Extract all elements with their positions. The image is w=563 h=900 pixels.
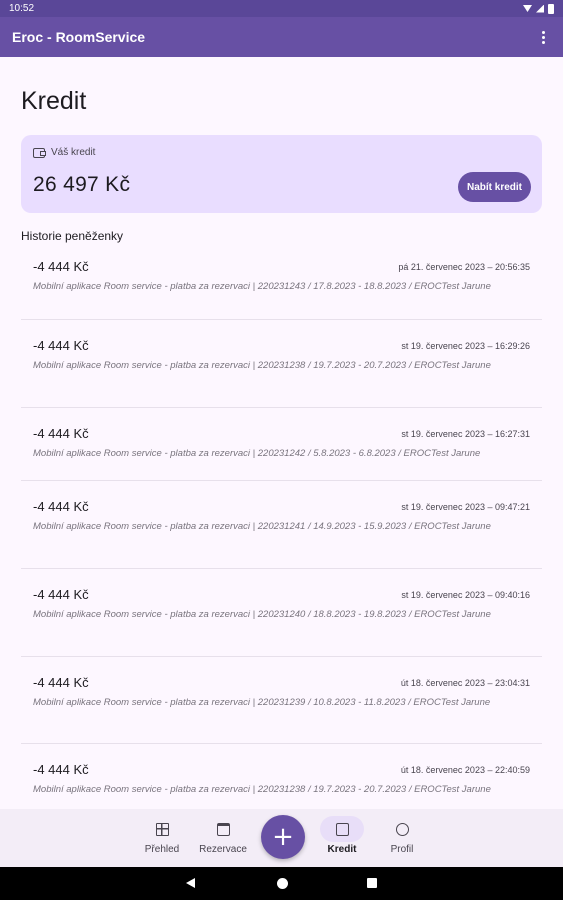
transaction-date: út 18. červenec 2023 – 22:40:59 <box>400 765 530 775</box>
nav-item-kredit[interactable]: Kredit <box>317 809 367 867</box>
nav-label: Kredit <box>327 844 357 855</box>
home-icon[interactable] <box>277 878 288 889</box>
system-navigation-bar <box>0 867 563 900</box>
credit-card: Váš kredit 26 497 Kč Nabít kredit <box>21 135 542 213</box>
transaction-item[interactable]: -4 444 Kč st 19. červenec 2023 – 16:27:3… <box>21 408 542 481</box>
history-title: Historie peněženky <box>21 229 124 243</box>
dashboard-icon <box>155 822 169 836</box>
status-time: 10:52 <box>9 3 35 14</box>
calendar-icon <box>216 822 230 836</box>
transaction-description: Mobilní aplikace Room service - platba z… <box>33 697 491 708</box>
nav-item-profil[interactable]: Profil <box>377 809 427 867</box>
nav-label: Rezervace <box>199 844 247 855</box>
wifi-icon <box>523 5 532 12</box>
credit-icon <box>335 822 349 836</box>
page-title: Kredit <box>21 87 87 115</box>
credit-label: Váš kredit <box>51 147 96 158</box>
nav-label: Profil <box>390 844 414 855</box>
transaction-date: út 18. červenec 2023 – 23:04:31 <box>400 678 530 688</box>
transaction-description: Mobilní aplikace Room service - platba z… <box>33 609 491 620</box>
app-bar: Eroc - RoomService <box>0 17 563 57</box>
signal-icon <box>536 4 544 13</box>
nav-item-rezervace[interactable]: Rezervace <box>198 809 248 867</box>
transaction-date: st 19. červenec 2023 – 09:40:16 <box>401 590 530 600</box>
overflow-menu-icon[interactable] <box>535 27 551 47</box>
nav-item-prehled[interactable]: Přehled <box>137 809 187 867</box>
profile-icon <box>395 822 409 836</box>
transaction-item[interactable]: -4 444 Kč st 19. červenec 2023 – 16:29:2… <box>21 320 542 408</box>
transaction-list: -4 444 Kč pá 21. červenec 2023 – 20:56:3… <box>21 247 542 809</box>
transaction-description: Mobilní aplikace Room service - platba z… <box>33 784 491 795</box>
transaction-item[interactable]: -4 444 Kč út 18. červenec 2023 – 23:04:3… <box>21 657 542 744</box>
status-icons <box>523 3 554 14</box>
transaction-description: Mobilní aplikace Room service - platba z… <box>33 281 491 292</box>
transaction-description: Mobilní aplikace Room service - platba z… <box>33 521 491 532</box>
transaction-item[interactable]: -4 444 Kč st 19. červenec 2023 – 09:40:1… <box>21 569 542 657</box>
wallet-icon <box>33 147 46 158</box>
transaction-date: st 19. červenec 2023 – 16:29:26 <box>401 341 530 351</box>
battery-icon <box>548 3 554 14</box>
recent-apps-icon[interactable] <box>367 878 377 888</box>
back-icon[interactable] <box>186 878 195 888</box>
transaction-date: st 19. červenec 2023 – 16:27:31 <box>401 429 530 439</box>
transaction-date: st 19. červenec 2023 – 09:47:21 <box>401 502 530 512</box>
nav-label: Přehled <box>144 844 180 855</box>
transaction-item[interactable]: -4 444 Kč út 18. červenec 2023 – 22:40:5… <box>21 744 542 809</box>
transaction-item[interactable]: -4 444 Kč st 19. červenec 2023 – 09:47:2… <box>21 481 542 569</box>
main-content: Kredit Váš kredit 26 497 Kč Nabít kredit… <box>0 57 563 809</box>
transaction-date: pá 21. červenec 2023 – 20:56:35 <box>398 262 530 272</box>
charge-credit-button[interactable]: Nabít kredit <box>457 172 531 202</box>
bottom-navigation: Přehled Rezervace + Kredit Profil <box>0 809 563 867</box>
app-title: Eroc - RoomService <box>12 29 146 45</box>
credit-amount: 26 497 Kč <box>33 173 131 196</box>
add-button[interactable]: + <box>261 815 305 859</box>
transaction-description: Mobilní aplikace Room service - platba z… <box>33 360 491 371</box>
transaction-item[interactable]: -4 444 Kč pá 21. červenec 2023 – 20:56:3… <box>21 247 542 320</box>
transaction-description: Mobilní aplikace Room service - platba z… <box>33 448 481 459</box>
status-bar: 10:52 <box>0 0 563 17</box>
